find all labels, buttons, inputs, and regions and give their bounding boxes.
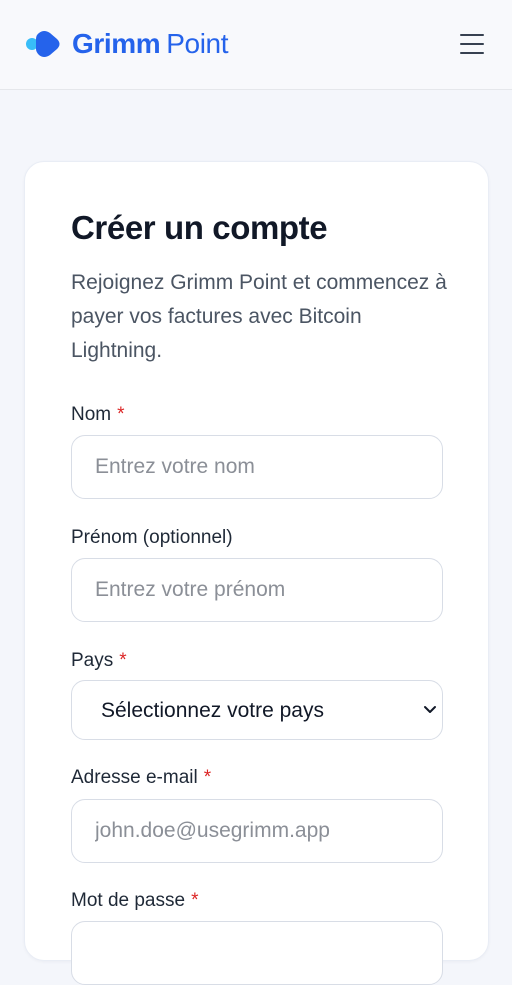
brand-name-primary: Grimm [72, 28, 161, 59]
country-label-text: Pays [71, 650, 114, 671]
first-name-label-text: Prénom (optionnel) [71, 527, 233, 548]
email-required-mark: * [203, 767, 212, 788]
menu-line-bottom [460, 52, 484, 54]
top-header: Grimm Point [0, 0, 512, 90]
name-input[interactable] [71, 435, 443, 499]
country-select[interactable]: Sélectionnez votre pays [71, 680, 443, 740]
email-label-text: Adresse e-mail [71, 767, 198, 788]
country-required-mark: * [119, 650, 127, 671]
brand-name-secondary: Point [166, 28, 229, 59]
email-input[interactable] [71, 799, 443, 863]
password-required-mark: * [191, 890, 199, 911]
name-label-text: Nom [71, 404, 112, 425]
email-label: Adresse e-mail * [71, 766, 211, 790]
password-input[interactable] [71, 921, 443, 985]
page-title: Créer un compte [71, 209, 328, 246]
password-label-text: Mot de passe [71, 890, 186, 911]
brand-name: Grimm Point [72, 30, 228, 58]
password-label: Mot de passe * [71, 889, 198, 913]
menu-line-top [460, 34, 484, 36]
menu-button[interactable] [460, 33, 486, 55]
country-label: Pays * [71, 649, 127, 673]
menu-line-middle [460, 43, 484, 45]
name-label: Nom * [71, 403, 125, 427]
first-name-input[interactable] [71, 558, 443, 622]
grimm-logo-icon [26, 31, 60, 57]
brand-logo[interactable]: Grimm Point [25, 24, 228, 64]
name-required-mark: * [117, 404, 125, 425]
first-name-label: Prénom (optionnel) [71, 526, 233, 550]
page-subtitle: Rejoignez Grimm Point et commencez à pay… [71, 271, 447, 362]
signup-card: Créer un compte Rejoignez Grimm Point et… [24, 161, 489, 985]
